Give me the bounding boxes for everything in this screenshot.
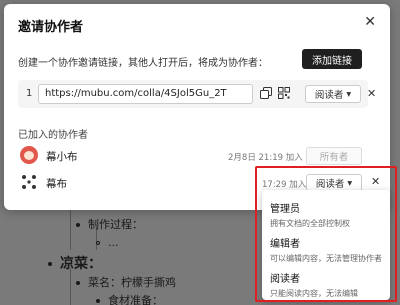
- dialog-description: 创建一个协作邀请链接，其他人打开后，将成为协作者：: [18, 58, 268, 69]
- bullet-icon: [76, 281, 80, 285]
- bullet-icon: [96, 241, 100, 245]
- role-option-editor[interactable]: 编辑者 可以编辑内容，无法管理协作者: [270, 235, 385, 264]
- owner-role-badge: 所有者: [306, 147, 362, 165]
- outline-guide-line: [70, 210, 71, 250]
- qr-code-icon[interactable]: [278, 87, 290, 99]
- role-option-admin[interactable]: 管理员 拥有文档的全部控制权: [270, 200, 385, 229]
- invite-collaborators-dialog: 邀请协作者 ✕ 创建一个协作邀请链接，其他人打开后，将成为协作者： 添加链接 1…: [4, 4, 390, 210]
- member-name: 幕小布: [46, 151, 78, 163]
- joined-section-title: 已加入的协作者: [18, 130, 88, 141]
- add-link-button[interactable]: 添加链接: [302, 49, 362, 69]
- caret-down-icon: ▾: [346, 88, 352, 100]
- mubu-logo-icon: [22, 175, 36, 189]
- remove-link-icon[interactable]: ✕: [367, 87, 376, 100]
- member-join-time: 2月8日 21:19 加入: [228, 153, 303, 163]
- caret-down-icon: ▾: [347, 177, 353, 189]
- member-join-time: 17:29 加入: [262, 180, 307, 190]
- remove-member-icon[interactable]: ✕: [371, 175, 380, 188]
- member-row: 幕小布 2月8日 21:19 加入 所有者: [18, 146, 378, 166]
- outline-guide-line: [70, 268, 71, 305]
- copy-icon[interactable]: [260, 87, 272, 99]
- member-name: 幕布: [46, 178, 67, 190]
- close-icon[interactable]: ✕: [364, 14, 376, 30]
- dialog-title: 邀请协作者: [18, 20, 84, 35]
- outline-item[interactable]: 菜名：柠檬手撕鸡: [76, 274, 176, 290]
- link-role-select[interactable]: 阅读者 ▾: [305, 85, 361, 103]
- bullet-icon: [76, 223, 80, 227]
- invite-link-field[interactable]: https://mubu.com/colla/4SJol5Gu_2T: [38, 84, 253, 104]
- role-dropdown-menu: 管理员 拥有文档的全部控制权 编辑者 可以编辑内容，无法管理协作者 阅读者 只能…: [262, 190, 390, 300]
- bullet-icon: [96, 299, 100, 303]
- link-index: 1: [26, 88, 33, 99]
- bullet-icon: [48, 262, 52, 266]
- avatar: [20, 146, 38, 164]
- outline-heading[interactable]: 凉菜：: [48, 253, 102, 273]
- outline-item[interactable]: 食材准备：: [96, 292, 163, 305]
- outline-item[interactable]: ...: [96, 236, 119, 249]
- invite-link-row: 1 https://mubu.com/colla/4SJol5Gu_2T 阅读者…: [18, 80, 368, 108]
- outline-item[interactable]: 制作过程：: [76, 216, 143, 232]
- role-option-reader[interactable]: 阅读者 只能阅读内容，无法编辑: [270, 270, 385, 299]
